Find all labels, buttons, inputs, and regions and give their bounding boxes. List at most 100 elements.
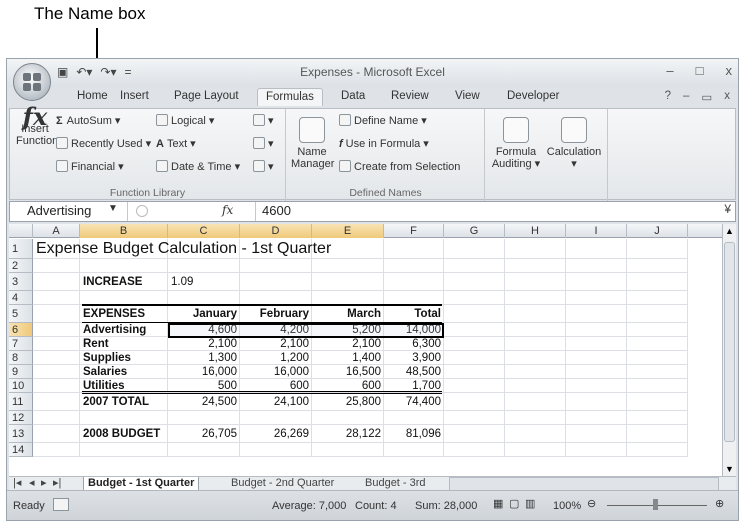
grid-cell[interactable]: [33, 443, 80, 457]
row-header-3[interactable]: 3: [9, 273, 33, 291]
grid-cell[interactable]: [627, 239, 688, 259]
grid-cell[interactable]: [33, 351, 80, 365]
grid-cell[interactable]: [80, 443, 168, 457]
grid-cell[interactable]: [240, 259, 312, 273]
grid-cell[interactable]: [384, 291, 444, 305]
row-header-6[interactable]: 6: [9, 323, 33, 337]
financial-button[interactable]: Financial ▾: [56, 160, 124, 173]
grid-cell[interactable]: [168, 259, 240, 273]
grid-cell[interactable]: [627, 305, 688, 323]
grid-cell[interactable]: [627, 323, 688, 337]
tab-formulas[interactable]: Formulas: [257, 88, 323, 106]
grid-cell[interactable]: [627, 443, 688, 457]
zoom-slider-thumb[interactable]: [653, 499, 658, 510]
row-header-12[interactable]: 12: [9, 411, 33, 425]
grid-cell[interactable]: [566, 379, 627, 393]
grid-cell[interactable]: [33, 291, 80, 305]
row-header-1[interactable]: 1: [9, 239, 33, 259]
minimize-button[interactable]: –: [666, 63, 673, 78]
lookup-reference-button[interactable]: ▾: [253, 114, 274, 127]
grid-cell[interactable]: [505, 273, 566, 291]
tab-home[interactable]: Home: [77, 90, 108, 102]
last-sheet-nav-icon[interactable]: ▸|: [53, 477, 61, 490]
close-button[interactable]: x: [726, 63, 733, 78]
column-header-c[interactable]: C: [168, 224, 240, 238]
grid-cell[interactable]: [566, 259, 627, 273]
text-button[interactable]: A Text ▾: [156, 137, 196, 150]
grid-cell[interactable]: [505, 291, 566, 305]
grid-cell[interactable]: [505, 443, 566, 457]
insert-function-button[interactable]: fx Insert Function: [16, 105, 58, 148]
grid-cell[interactable]: [627, 379, 688, 393]
formula-input[interactable]: 4600: [262, 203, 291, 218]
grid-cell[interactable]: [444, 239, 505, 259]
grid-cell[interactable]: [444, 393, 505, 411]
math-trig-button[interactable]: ▾: [253, 137, 274, 150]
column-header-e[interactable]: E: [312, 224, 384, 238]
grid-cell[interactable]: [444, 443, 505, 457]
first-sheet-nav-icon[interactable]: |◂: [13, 477, 21, 490]
row-header-8[interactable]: 8: [9, 351, 33, 365]
grid-cell[interactable]: [240, 411, 312, 425]
tab-page-layout[interactable]: Page Layout: [174, 90, 239, 102]
grid-cell[interactable]: [505, 337, 566, 351]
grid-cell[interactable]: [33, 379, 80, 393]
grid-cell[interactable]: [505, 351, 566, 365]
grid-cell[interactable]: [384, 443, 444, 457]
next-sheet-nav-icon[interactable]: ▸: [41, 477, 47, 490]
page-break-view-icon[interactable]: ▥: [525, 497, 535, 510]
grid-cell[interactable]: [505, 259, 566, 273]
create-from-selection-button[interactable]: Create from Selection: [339, 160, 460, 173]
select-all-corner[interactable]: [9, 224, 33, 238]
grid-cell[interactable]: [505, 365, 566, 379]
grid-cell[interactable]: [505, 239, 566, 259]
office-button[interactable]: [13, 63, 51, 101]
grid-cell[interactable]: [312, 411, 384, 425]
grid-cell[interactable]: [566, 425, 627, 443]
grid-cell[interactable]: [80, 259, 168, 273]
zoom-in-icon[interactable]: ⊕: [715, 497, 724, 510]
normal-view-icon[interactable]: ▦: [493, 497, 503, 510]
row-header-10[interactable]: 10: [9, 379, 33, 393]
row-header-13[interactable]: 13: [9, 425, 33, 443]
grid-cell[interactable]: [505, 425, 566, 443]
grid-cell[interactable]: [566, 411, 627, 425]
expand-formula-bar-icon[interactable]: ¥: [724, 202, 731, 216]
logical-button[interactable]: Logical ▾: [156, 114, 214, 127]
grid-cell[interactable]: [444, 259, 505, 273]
column-header-g[interactable]: G: [444, 224, 505, 238]
workbook-restore-icon[interactable]: ▭: [701, 90, 712, 104]
grid-cell[interactable]: [444, 291, 505, 305]
insert-function-fx-icon[interactable]: fx: [222, 203, 233, 217]
name-manager-button[interactable]: Name Manager: [291, 117, 334, 170]
grid-cell[interactable]: [566, 351, 627, 365]
formula-auditing-button[interactable]: Formula Auditing ▾: [490, 117, 542, 170]
grid-cell[interactable]: [627, 291, 688, 305]
grid-cell[interactable]: [168, 411, 240, 425]
more-functions-button[interactable]: ▾: [253, 160, 274, 173]
grid-cell[interactable]: [627, 259, 688, 273]
macro-record-icon[interactable]: [53, 498, 69, 511]
grid-cell[interactable]: [627, 337, 688, 351]
name-box-dropdown-icon[interactable]: ▼: [108, 203, 118, 214]
scroll-up-icon[interactable]: ▲: [725, 226, 734, 236]
tab-insert[interactable]: Insert: [120, 90, 149, 102]
grid-cell[interactable]: [444, 351, 505, 365]
sheet-tab-1[interactable]: Budget - 1st Quarter: [83, 477, 200, 490]
row-header-2[interactable]: 2: [9, 259, 33, 273]
zoom-out-icon[interactable]: ⊖: [587, 497, 596, 510]
grid-cell[interactable]: [33, 365, 80, 379]
grid-cell[interactable]: [33, 411, 80, 425]
grid-cell[interactable]: [384, 259, 444, 273]
row-header-5[interactable]: 5: [9, 305, 33, 323]
tab-review[interactable]: Review: [391, 90, 429, 102]
use-in-formula-button[interactable]: f Use in Formula ▾: [339, 137, 429, 150]
grid-cell[interactable]: [566, 305, 627, 323]
grid-cell[interactable]: [444, 273, 505, 291]
tab-view[interactable]: View: [455, 90, 480, 102]
grid-cell[interactable]: [312, 259, 384, 273]
grid-cell[interactable]: [627, 393, 688, 411]
grid-cell[interactable]: [33, 425, 80, 443]
grid-cell[interactable]: [505, 411, 566, 425]
autosum-button[interactable]: Σ AutoSum ▾: [56, 114, 120, 127]
